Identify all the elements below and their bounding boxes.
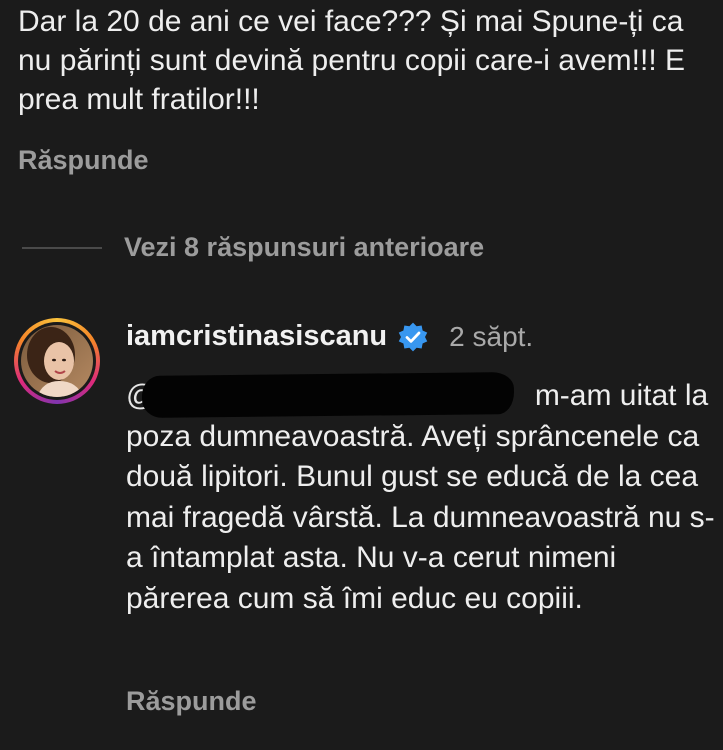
reply-button[interactable]: Răspunde (126, 686, 257, 717)
redacted-mention (141, 372, 515, 418)
avatar[interactable] (14, 318, 100, 404)
view-previous-replies-label: Vezi 8 răspunsuri anterioare (124, 232, 485, 262)
reply-button[interactable]: Răspunde (18, 145, 149, 176)
avatar-image (21, 325, 93, 397)
verified-badge-icon (398, 322, 428, 351)
comment-timestamp: 2 săpt. (449, 320, 534, 352)
comment-header: iamcristinasiscanu 2 săpt. (126, 320, 533, 353)
view-previous-replies-button[interactable]: Vezi 8 răspunsuri anterioare (22, 232, 484, 263)
replies-divider-line (22, 246, 102, 249)
previous-comment-text: Dar la 20 de ani ce vei face??? Și mai S… (18, 5, 686, 116)
username-link[interactable]: iamcristinasiscanu (126, 320, 387, 353)
